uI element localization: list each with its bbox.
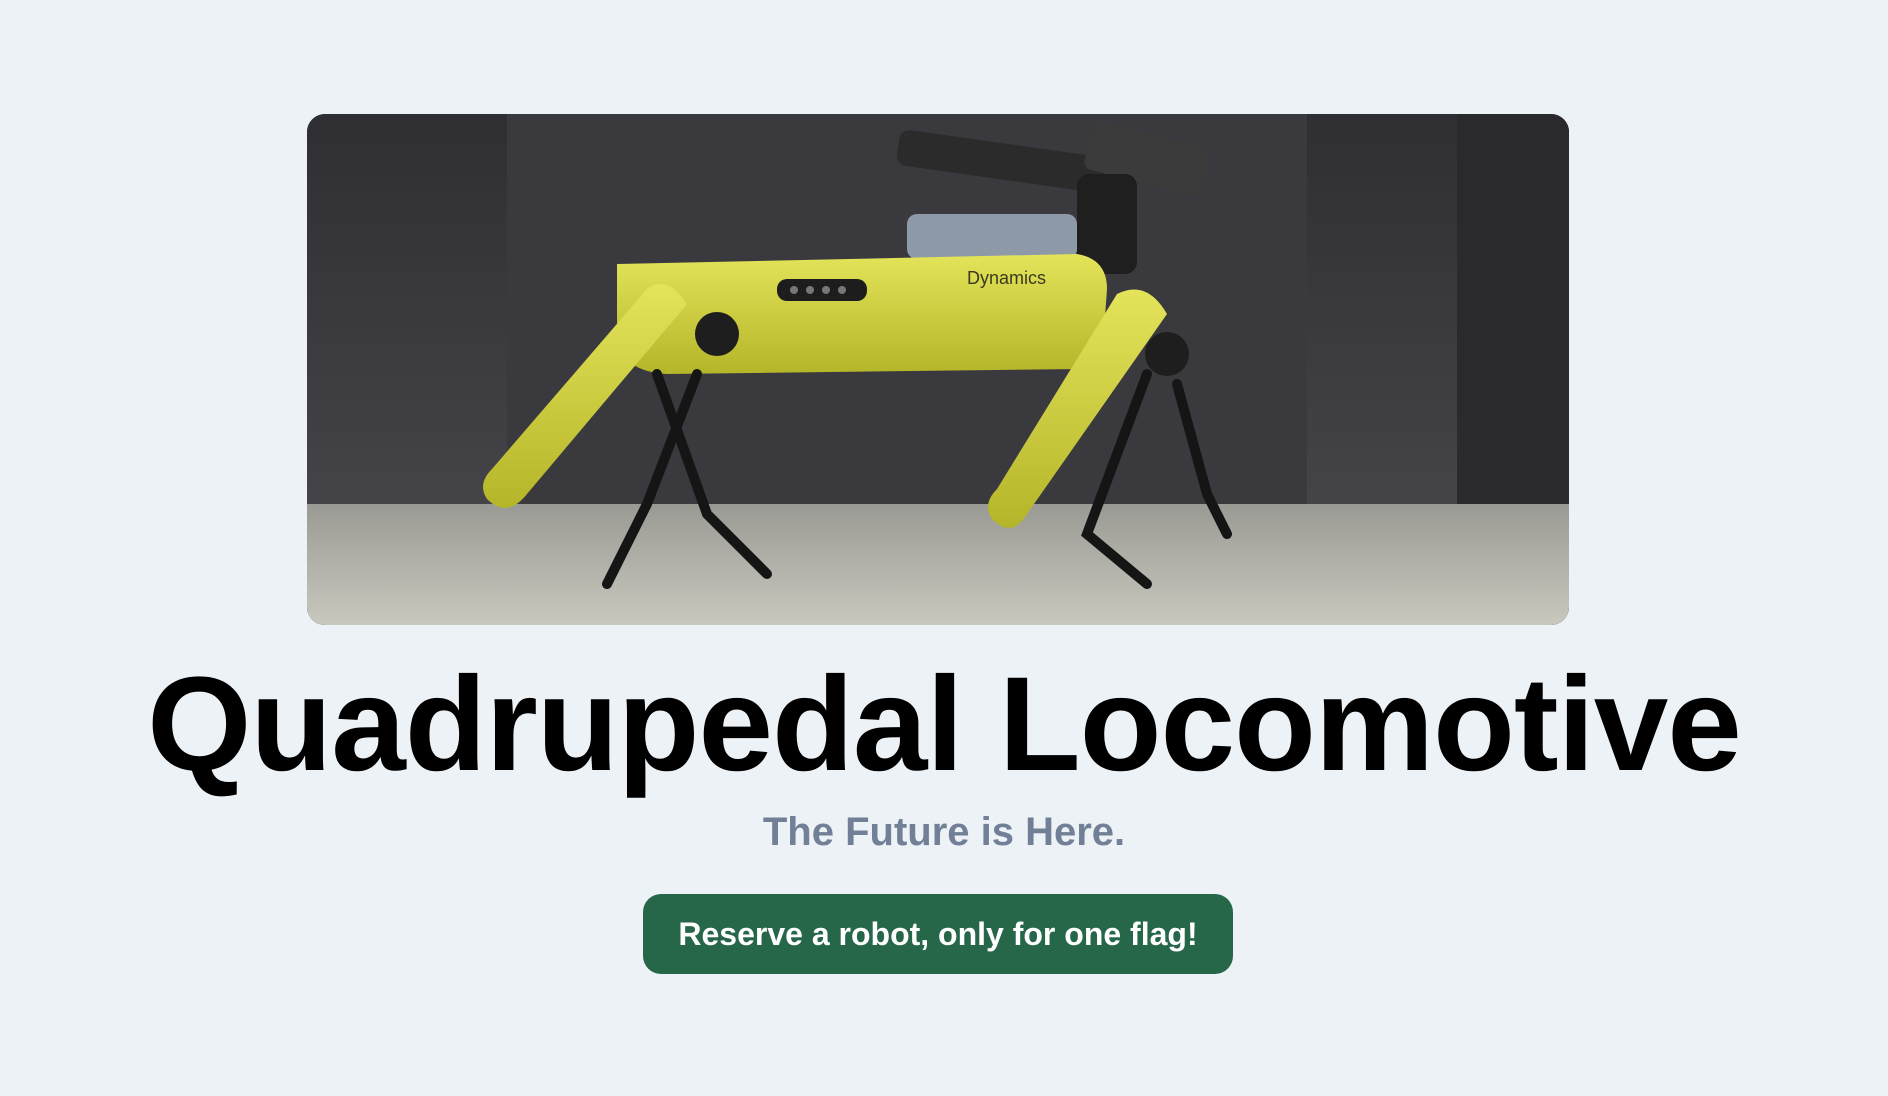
svg-text:Dynamics: Dynamics	[967, 268, 1046, 288]
page: Dynamics Quadrupedal Locomotive The Futu…	[0, 0, 1888, 1096]
page-subtitle: The Future is Here.	[762, 810, 1126, 854]
page-title: Quadrupedal Locomotive	[147, 650, 1742, 799]
reserve-robot-button[interactable]: Reserve a robot, only for one flag!	[643, 894, 1233, 974]
robot-body: Dynamics	[617, 254, 1107, 374]
robot-illustration: Dynamics	[307, 114, 1569, 625]
robot-hero-image: Dynamics	[307, 114, 1569, 625]
